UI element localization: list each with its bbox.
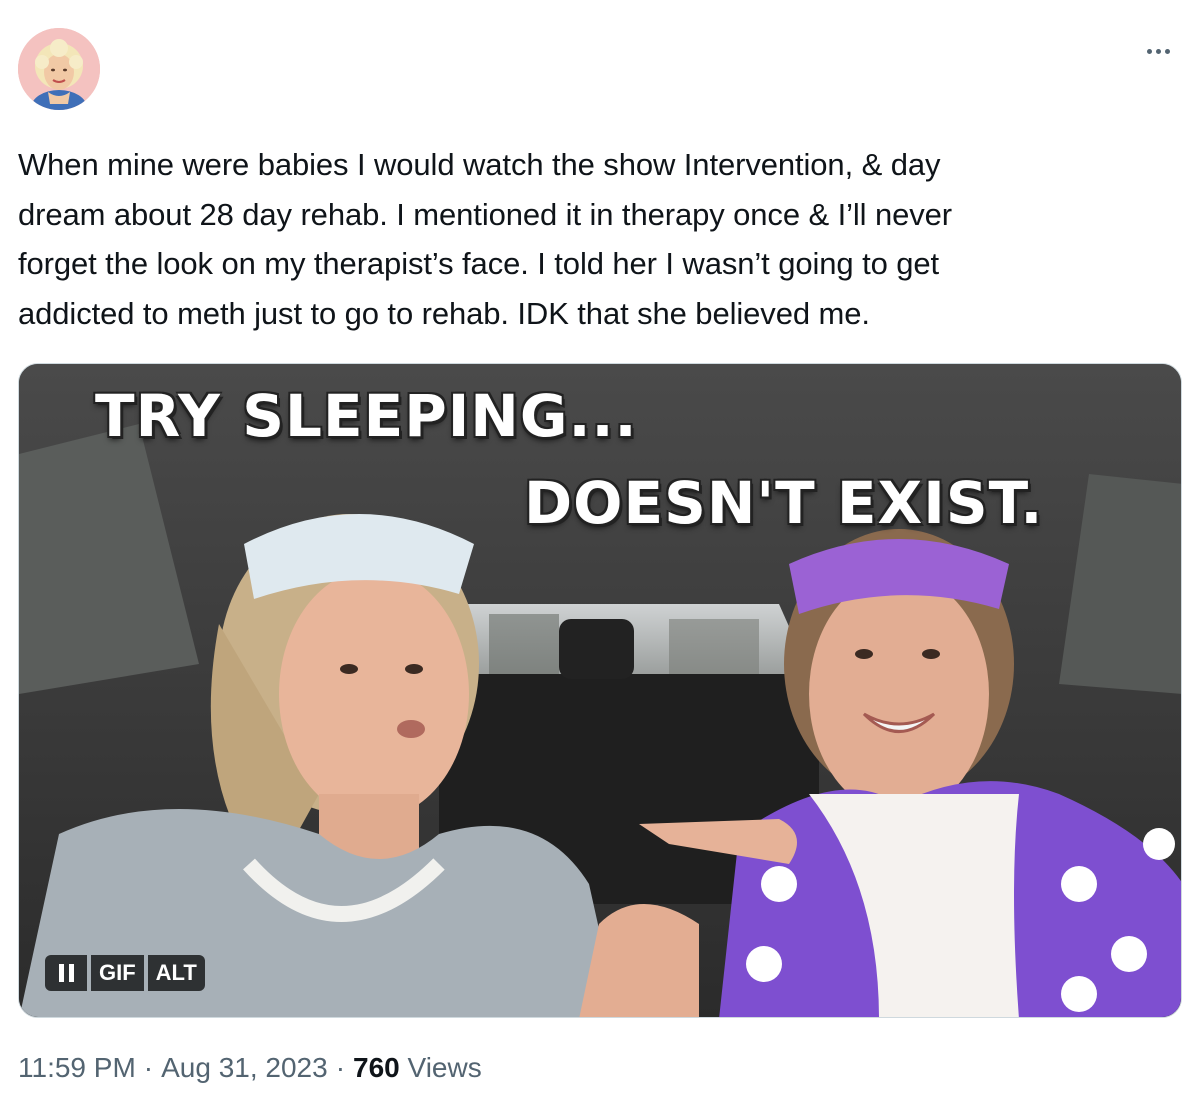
more-dot-icon — [1146, 48, 1152, 54]
tweet-card: When mine were babies I would watch the … — [0, 0, 1200, 1097]
more-dot-icon — [1155, 48, 1161, 54]
alt-text-button[interactable]: ALT — [147, 955, 205, 991]
pause-button[interactable] — [45, 955, 87, 991]
avatar-image — [18, 28, 100, 110]
gif-media[interactable]: TRY SLEEPING... DOESN'T EXIST. GIF ALT — [18, 363, 1182, 1018]
views-label: Views — [407, 1052, 482, 1083]
gif-badge: GIF — [91, 955, 144, 991]
more-options-button[interactable] — [1138, 36, 1178, 66]
tweet-date[interactable]: Aug 31, 2023 — [161, 1052, 328, 1084]
views[interactable]: 760 Views — [353, 1052, 482, 1084]
avatar[interactable] — [18, 28, 100, 110]
views-count: 760 — [353, 1052, 400, 1083]
gif-caption-line-2: DOESN'T EXIST. — [524, 469, 1044, 537]
tweet-text: When mine were babies I would watch the … — [18, 147, 952, 331]
separator: · — [143, 1052, 154, 1083]
separator: · — [335, 1052, 346, 1083]
tweet-meta: 11:59 PM · Aug 31, 2023 · 760 Views — [18, 1052, 482, 1084]
media-controls: GIF ALT — [45, 955, 205, 991]
pause-icon — [58, 964, 74, 982]
tweet-time[interactable]: 11:59 PM — [18, 1052, 136, 1084]
more-dot-icon — [1164, 48, 1170, 54]
gif-frame-image — [19, 364, 1181, 1017]
gif-caption-line-1: TRY SLEEPING... — [95, 382, 638, 450]
